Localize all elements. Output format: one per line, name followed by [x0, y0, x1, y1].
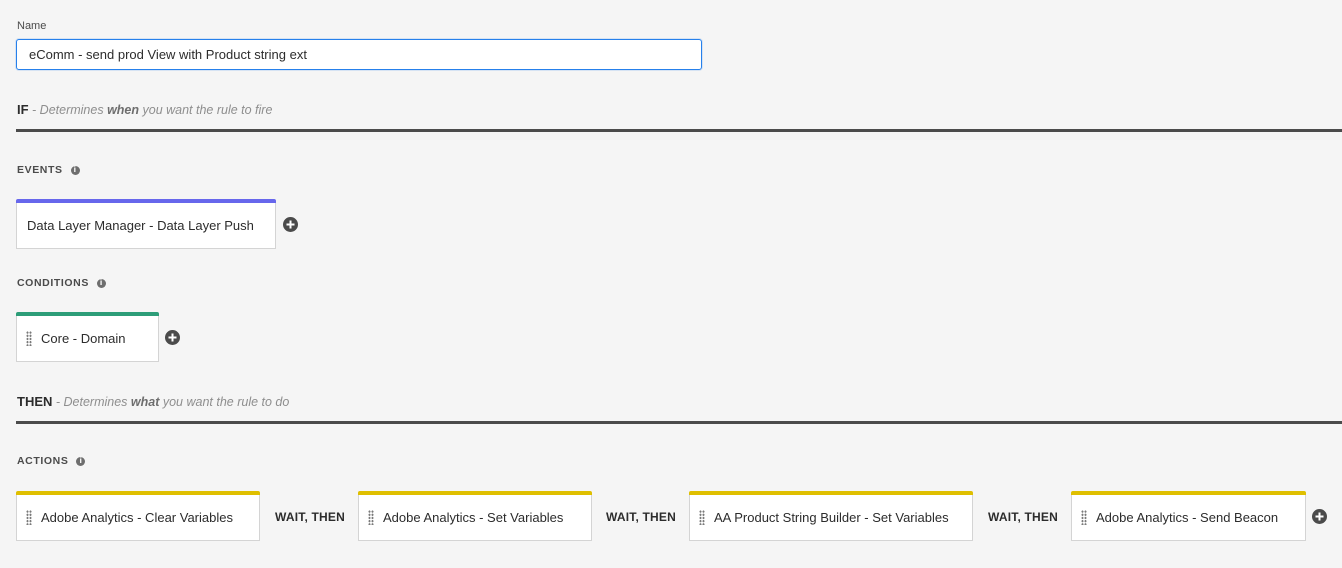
rule-name-input[interactable]: [16, 39, 702, 70]
conditions-heading: CONDITIONS i: [17, 277, 106, 289]
event-card-label: Data Layer Manager - Data Layer Push: [27, 218, 254, 233]
wait-then-separator: WAIT, THEN: [988, 510, 1058, 524]
if-divider: [16, 129, 1342, 132]
if-section-heading: IF - Determines when you want the rule t…: [17, 102, 272, 117]
action-color-bar: [16, 491, 260, 495]
action-card[interactable]: AA Product String Builder - Set Variable…: [689, 491, 973, 541]
info-icon[interactable]: i: [96, 278, 106, 288]
then-description: - Determines what you want the rule to d…: [52, 395, 290, 409]
event-card[interactable]: Data Layer Manager - Data Layer Push: [16, 199, 276, 249]
action-card[interactable]: Adobe Analytics - Set Variables: [358, 491, 592, 541]
action-card-label: Adobe Analytics - Set Variables: [383, 510, 564, 525]
then-section-heading: THEN - Determines what you want the rule…: [17, 394, 289, 409]
name-label: Name: [17, 20, 47, 32]
wait-then-separator: WAIT, THEN: [606, 510, 676, 524]
action-color-bar: [1071, 491, 1306, 495]
then-divider: [16, 421, 1342, 424]
condition-card[interactable]: Core - Domain: [16, 312, 159, 362]
action-color-bar: [358, 491, 592, 495]
wait-then-separator: WAIT, THEN: [275, 510, 345, 524]
info-icon[interactable]: i: [70, 165, 80, 175]
if-keyword: IF: [17, 102, 29, 117]
add-event-plus-icon[interactable]: [283, 217, 298, 232]
events-heading: EVENTS i: [17, 164, 80, 176]
info-icon[interactable]: i: [76, 456, 86, 466]
event-color-bar: [16, 199, 276, 203]
add-action-plus-icon[interactable]: [1312, 509, 1327, 524]
action-card-label: Adobe Analytics - Clear Variables: [41, 510, 233, 525]
action-card[interactable]: Adobe Analytics - Send Beacon: [1071, 491, 1306, 541]
condition-color-bar: [16, 312, 159, 316]
action-card-label: AA Product String Builder - Set Variable…: [714, 510, 949, 525]
then-keyword: THEN: [17, 394, 53, 409]
action-color-bar: [689, 491, 973, 495]
actions-heading: ACTIONS i: [17, 455, 86, 467]
condition-card-label: Core - Domain: [41, 331, 126, 346]
add-condition-plus-icon[interactable]: [165, 330, 180, 345]
action-card-label: Adobe Analytics - Send Beacon: [1096, 510, 1279, 525]
action-card[interactable]: Adobe Analytics - Clear Variables: [16, 491, 260, 541]
if-description: - Determines when you want the rule to f…: [28, 103, 273, 117]
